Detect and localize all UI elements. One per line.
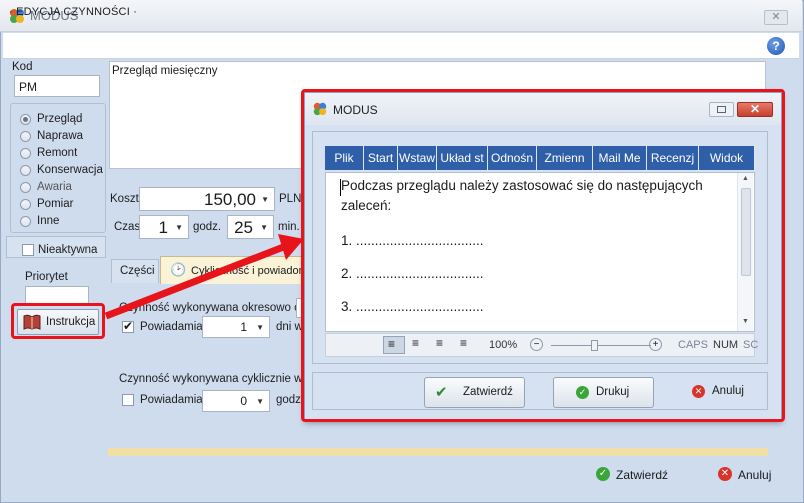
- notify2-label: Powiadamiaj: [140, 394, 206, 406]
- type-radio[interactable]: [20, 114, 31, 125]
- bottom-band: [108, 448, 768, 456]
- cost-label: Koszt: [110, 193, 139, 205]
- type-radio[interactable]: [20, 216, 31, 227]
- priority-label: Priorytet: [25, 271, 68, 283]
- notify2-checkbox[interactable]: [122, 394, 134, 406]
- type-radio[interactable]: [20, 165, 31, 176]
- type-radio[interactable]: [20, 199, 31, 210]
- type-radio-label: Konserwacja: [37, 164, 103, 176]
- red-arrow-icon: [104, 234, 304, 320]
- confirm-check-icon: ✓: [596, 467, 610, 481]
- cost-dropdown-icon[interactable]: ▼: [261, 195, 269, 204]
- type-radio-label: Przegląd: [37, 113, 83, 125]
- cyclic-label: Czynność wykonywana cyklicznie wg s: [119, 373, 318, 385]
- kod-input[interactable]: PM: [14, 75, 100, 97]
- cost-input[interactable]: 150,00 ▼: [139, 187, 275, 211]
- type-radio-label: Awaria: [37, 181, 72, 193]
- notify2-select[interactable]: 0 ▼: [202, 390, 270, 412]
- type-radio-label: Pomiar: [37, 198, 74, 210]
- kod-value: PM: [19, 80, 37, 94]
- footer-confirm-button[interactable]: ✓ Zatwierdź: [596, 466, 676, 486]
- section-header: [3, 33, 799, 59]
- footer-cancel-button[interactable]: ✕ Anuluj: [718, 466, 778, 486]
- cancel-x-icon: ✕: [718, 467, 732, 481]
- notify2-dropdown-icon[interactable]: ▼: [256, 397, 264, 406]
- type-radio[interactable]: [20, 148, 31, 159]
- kod-label: Kod: [12, 61, 33, 73]
- window-close-button[interactable]: ✕: [764, 10, 788, 25]
- type-radio-label: Remont: [37, 147, 78, 159]
- footer-cancel-label: Anuluj: [738, 468, 772, 482]
- description-text: Przegląd miesięczny: [112, 65, 218, 77]
- instruction-highlight: [11, 303, 105, 339]
- type-radio-label: Naprawa: [37, 130, 84, 142]
- type-radio[interactable]: [20, 182, 31, 193]
- notify2-value: 0: [240, 394, 247, 408]
- type-radio[interactable]: [20, 131, 31, 142]
- inactive-label: Nieaktywna: [38, 244, 98, 256]
- section-title: · EDYCJA CZYNNOŚCI ·: [9, 6, 138, 18]
- footer-confirm-label: Zatwierdź: [616, 468, 669, 482]
- cost-value: 150,00: [204, 190, 256, 209]
- inactive-checkbox[interactable]: [22, 244, 34, 256]
- notify2-unit: godz.: [276, 394, 305, 406]
- help-icon[interactable]: ?: [767, 37, 785, 55]
- type-radio-label: Inne: [37, 215, 60, 227]
- currency-label: PLN: [279, 193, 302, 205]
- dialog-highlight: [301, 89, 785, 422]
